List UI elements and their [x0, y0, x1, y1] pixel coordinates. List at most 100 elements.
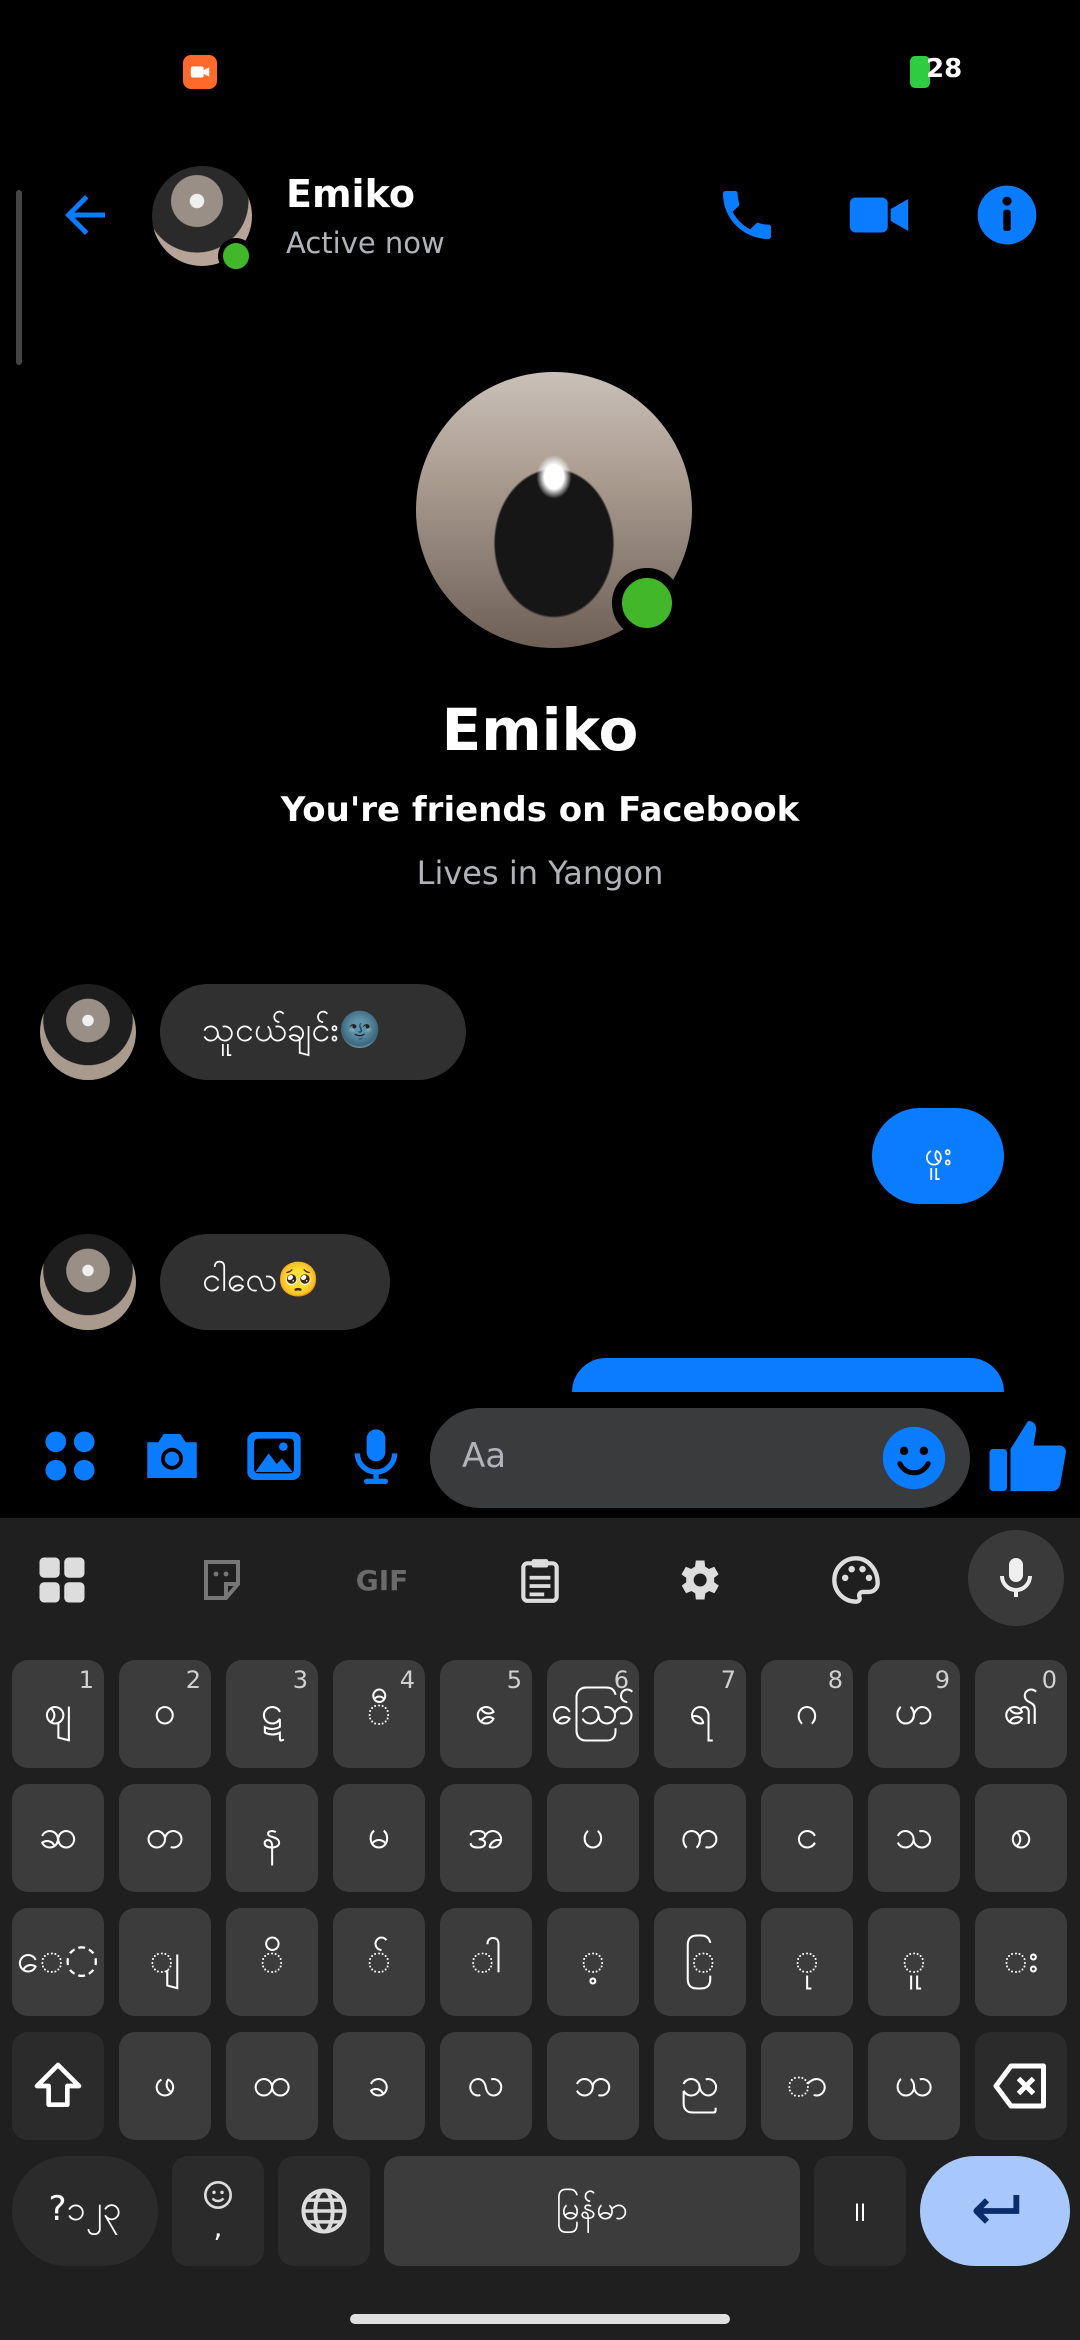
message-bubble[interactable]: ငါလေ🥺	[160, 1234, 390, 1330]
key[interactable]: ◌ာ	[761, 2032, 853, 2140]
contact-name[interactable]: Emiko	[286, 172, 415, 216]
message-bubble[interactable]: ဖူး	[872, 1108, 1004, 1204]
grid-icon	[39, 1557, 85, 1603]
backspace-icon	[993, 2063, 1046, 2109]
key[interactable]: က	[654, 1784, 746, 1892]
key[interactable]: ၏ 0	[975, 1660, 1067, 1768]
profile-name: Emiko	[441, 696, 639, 764]
key[interactable]: ပ	[547, 1784, 639, 1892]
key[interactable]: ဘ	[547, 2032, 639, 2140]
emoji-comma-key[interactable]: ,	[172, 2156, 264, 2266]
voice-message-button[interactable]	[340, 1420, 412, 1492]
key[interactable]: ဝ2	[119, 1660, 211, 1768]
key[interactable]: ◌ု	[761, 1908, 853, 2016]
sender-avatar[interactable]	[40, 984, 136, 1080]
arrow-left-icon	[65, 195, 105, 235]
key[interactable]: ◌ူ	[868, 1908, 960, 2016]
language-key[interactable]	[278, 2156, 370, 2266]
key[interactable]: ဧ5	[440, 1660, 532, 1768]
kb-apps-button[interactable]	[22, 1540, 102, 1620]
key[interactable]: ◌ိ	[226, 1908, 318, 2016]
key[interactable]: လ	[440, 2032, 532, 2140]
key[interactable]: န	[226, 1784, 318, 1892]
message-input-placeholder: Aa	[462, 1436, 507, 1476]
key[interactable]: ဪ6	[547, 1660, 639, 1768]
video-camera-icon	[849, 197, 909, 233]
shift-key[interactable]	[12, 2032, 104, 2140]
backspace-key[interactable]	[975, 2032, 1067, 2140]
key[interactable]: ◌့	[547, 1908, 639, 2016]
key[interactable]: ဂ8	[761, 1660, 853, 1768]
sticker-icon	[204, 1560, 240, 1600]
apps-grid-icon	[45, 1431, 95, 1481]
key[interactable]: စ	[975, 1784, 1067, 1892]
key[interactable]: ◌်	[333, 1908, 425, 2016]
info-button[interactable]	[972, 180, 1042, 250]
symbols-key[interactable]: ?၁၂၃	[12, 2156, 158, 2266]
key[interactable]: ရ7	[654, 1660, 746, 1768]
globe-icon	[301, 2188, 347, 2234]
battery-level: 28	[926, 54, 963, 84]
scrollbar[interactable]	[16, 190, 22, 365]
key[interactable]: ဖ	[119, 2032, 211, 2140]
key[interactable]: ◌ြ	[654, 1908, 746, 2016]
status-bar: 28	[0, 0, 1080, 140]
sender-avatar[interactable]	[40, 1234, 136, 1330]
enter-icon	[973, 2195, 1020, 2224]
key[interactable]: င	[761, 1784, 853, 1892]
video-call-button[interactable]	[844, 180, 914, 250]
message-text: ဖူး	[923, 1133, 953, 1174]
info-icon	[977, 185, 1037, 245]
gallery-button[interactable]	[238, 1420, 310, 1492]
friends-status: You're friends on Facebook	[280, 790, 800, 830]
key[interactable]: မ	[333, 1784, 425, 1892]
key[interactable]: ◌ျ	[119, 1908, 211, 2016]
gif-label: GIF	[355, 1563, 409, 1597]
key[interactable]: အ	[440, 1784, 532, 1892]
gear-icon	[681, 1560, 719, 1600]
key[interactable]: ယ	[868, 2032, 960, 2140]
camera-icon	[147, 1434, 197, 1478]
microphone-icon	[354, 1429, 398, 1484]
message-bubble[interactable]: သူငယ်ချင်း🌚	[160, 984, 466, 1080]
audio-call-button[interactable]	[712, 180, 782, 250]
emoji-button[interactable]	[880, 1424, 948, 1492]
phone-icon	[723, 191, 771, 239]
microphone-icon	[1000, 1558, 1032, 1597]
key[interactable]: ◌း	[975, 1908, 1067, 2016]
online-indicator-large	[612, 568, 682, 638]
key[interactable]: ◌ါ	[440, 1908, 532, 2016]
key[interactable]: ◌ီ 4	[333, 1660, 425, 1768]
key[interactable]: တ	[119, 1784, 211, 1892]
kb-sticker-button[interactable]	[182, 1540, 262, 1620]
key[interactable]: ဆ	[12, 1784, 104, 1892]
key[interactable]: ေ◌	[12, 1908, 104, 2016]
kb-voice-button[interactable]	[968, 1530, 1064, 1626]
key[interactable]: ခ	[333, 2032, 425, 2140]
kb-settings-button[interactable]	[658, 1540, 738, 1620]
more-actions-button[interactable]	[34, 1420, 106, 1492]
space-key[interactable]: မြန်မာ	[384, 2156, 800, 2266]
back-button[interactable]	[50, 180, 120, 250]
camera-button[interactable]	[136, 1420, 208, 1492]
key[interactable]: သ	[868, 1784, 960, 1892]
image-icon	[247, 1432, 301, 1480]
key[interactable]: ဟ9	[868, 1660, 960, 1768]
screen-record-icon	[183, 55, 217, 89]
message-bubble-partial[interactable]	[572, 1358, 1004, 1392]
home-indicator[interactable]	[350, 2314, 730, 2324]
smiley-icon	[882, 1426, 946, 1490]
kb-theme-button[interactable]	[816, 1540, 896, 1620]
period-key[interactable]: ။	[814, 2156, 906, 2266]
message-text: ငါလေ🥺	[202, 1259, 320, 1300]
enter-key[interactable]	[920, 2156, 1070, 2266]
like-button[interactable]	[986, 1414, 1070, 1498]
clipboard-icon	[521, 1559, 559, 1603]
key[interactable]: ည	[654, 2032, 746, 2140]
online-indicator	[218, 238, 254, 274]
kb-clipboard-button[interactable]	[500, 1540, 580, 1620]
key[interactable]: ဈ1	[12, 1660, 104, 1768]
key[interactable]: ဋ3	[226, 1660, 318, 1768]
key[interactable]: ထ	[226, 2032, 318, 2140]
kb-gif-button[interactable]: GIF	[342, 1540, 422, 1620]
